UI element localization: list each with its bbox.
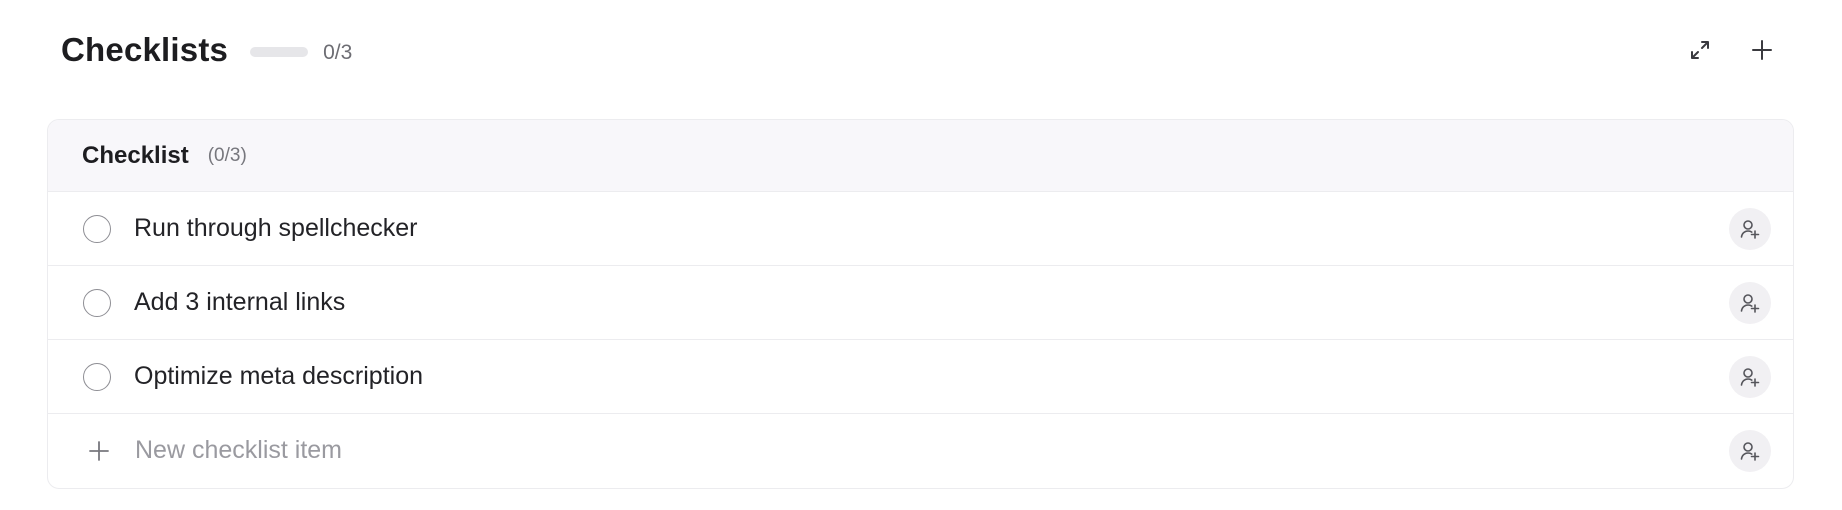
checklist-count: (0/3)	[207, 144, 247, 166]
add-item-button[interactable]	[85, 437, 113, 465]
item-label[interactable]: Run through spellchecker	[134, 214, 418, 243]
checklist-title: Checklist	[82, 141, 189, 169]
new-item-row	[48, 414, 1793, 487]
expand-button[interactable]	[1680, 30, 1720, 70]
new-item-input[interactable]	[135, 436, 735, 465]
progress-text: 0/3	[323, 41, 353, 64]
checklist-header: Checklist (0/3)	[48, 120, 1793, 192]
plus-icon	[1752, 40, 1772, 60]
assign-user-button[interactable]	[1729, 281, 1771, 324]
add-checklist-button[interactable]	[1742, 30, 1782, 70]
checklist-item: Optimize meta description	[48, 340, 1793, 414]
header-actions	[1680, 30, 1782, 70]
checklist-card: Checklist (0/3) Run through spellchecker…	[47, 119, 1794, 489]
assign-user-button[interactable]	[1729, 429, 1771, 472]
checklists-panel: Checklists 0/3 Checklist (0/3) Run throu…	[0, 0, 1842, 510]
expand-icon	[1691, 41, 1709, 59]
assign-user-icon	[1740, 293, 1760, 313]
progress-bar	[250, 47, 309, 57]
checklist-item: Add 3 internal links	[48, 266, 1793, 340]
assign-user-button[interactable]	[1729, 355, 1771, 398]
checklist-item: Run through spellchecker	[48, 192, 1793, 266]
assign-user-icon	[1740, 441, 1760, 461]
checklists-header: Checklists 0/3	[61, 22, 1782, 78]
assign-user-icon	[1740, 367, 1760, 387]
assign-user-icon	[1740, 219, 1760, 239]
page-title: Checklists	[61, 31, 229, 68]
item-checkbox[interactable]	[83, 362, 111, 391]
item-checkbox[interactable]	[83, 214, 111, 243]
item-label[interactable]: Optimize meta description	[134, 362, 423, 391]
item-label[interactable]: Add 3 internal links	[134, 288, 345, 317]
assign-user-button[interactable]	[1729, 207, 1771, 250]
plus-icon	[89, 440, 109, 461]
item-checkbox[interactable]	[83, 288, 111, 317]
